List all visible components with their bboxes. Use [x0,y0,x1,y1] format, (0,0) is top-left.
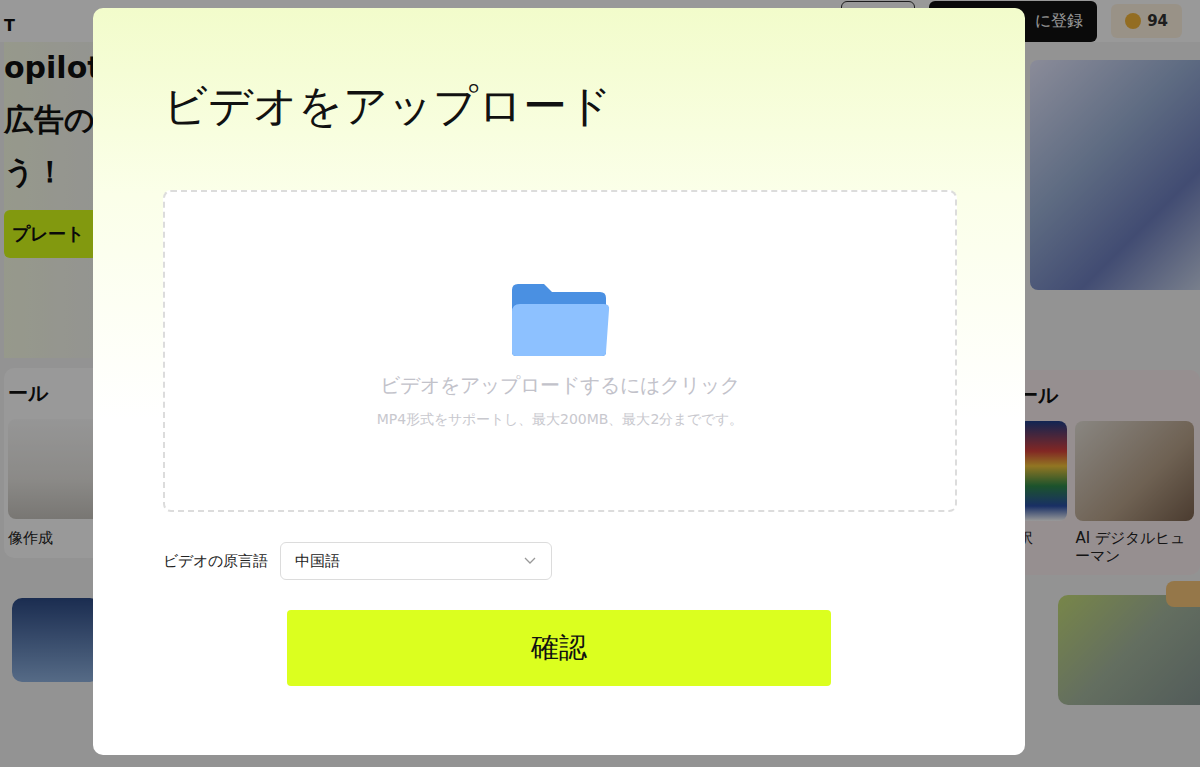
chevron-down-icon [523,556,537,566]
app-root: Tに登録94opilotC広告のCう！プレートール像作成ール訳AI デジタルヒュ… [0,0,1200,767]
language-row: ビデオの原言語 中国語 [163,542,957,580]
upload-dialog: ビデオをアップロードビデオをアップロードするにはクリック MP4形式をサポートし、… [93,8,1025,755]
language-value: 中国語 [295,552,340,571]
confirm-button[interactable]: 確認 [287,610,831,686]
upload-dropzone[interactable]: ビデオをアップロードするにはクリック MP4形式をサポートし、最大200MB、最大… [163,190,957,512]
folder-icon [508,282,612,358]
upload-prompt: ビデオをアップロードするにはクリック [380,372,740,399]
language-label: ビデオの原言語 [163,552,268,571]
language-select[interactable]: 中国語 [280,542,552,580]
upload-hint: MP4形式をサポートし、最大200MB、最大2分までです。 [377,411,744,429]
dialog-title: ビデオをアップロード [163,80,957,132]
